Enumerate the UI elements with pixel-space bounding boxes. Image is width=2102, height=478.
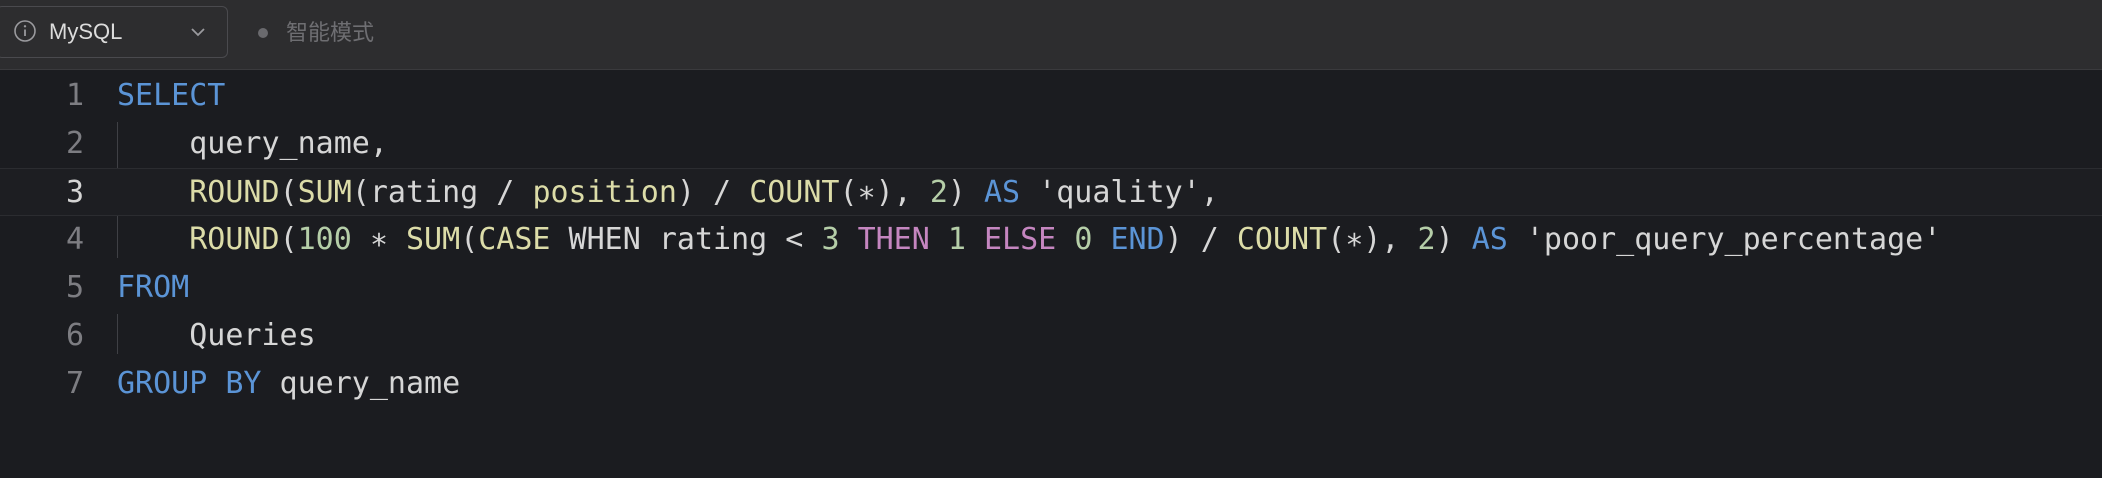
code-token: ) / [676,175,750,210]
code-token: 1 [947,222,966,257]
code-token: 3 [821,222,840,257]
code-text: FROM [117,264,189,312]
editor-toolbar: MySQL 智能模式 [0,0,2102,70]
line-number: 3 [65,175,84,210]
code-token: GROUP BY [117,366,262,401]
code-token: AS [984,175,1021,210]
line-number: 6 [65,318,84,353]
code-text: query_name, [117,120,388,168]
code-token: 2 [929,175,948,210]
code-editor[interactable]: 1 SELECT 2 query_name, 3 ROUND(SUM(rating /… [0,70,2102,478]
code-token: 100 [297,222,352,257]
code-token: (∗), [1327,222,1418,257]
code-token: THEN [857,222,930,257]
code-token: ∗ [351,222,406,257]
code-token: FROM [117,270,190,305]
code-token: SELECT [117,78,226,113]
code-token: COUNT [749,175,840,210]
code-token: SUM [406,222,461,257]
code-token: COUNT [1236,222,1328,257]
code-token: query_name [261,366,461,401]
chevron-down-icon [191,28,205,37]
code-token: ELSE [984,222,1057,257]
code-text: ROUND(100 ∗ SUM(CASE WHEN rating < 3 THE… [117,216,1941,264]
code-line[interactable]: 3 ROUND(SUM(rating / position) / COUNT(∗… [0,168,2102,216]
code-token: 'quality', [1020,175,1219,210]
code-token: position [532,175,677,210]
code-token: SUM [297,175,352,210]
line-number: 5 [65,270,84,305]
line-number: 4 [65,222,84,257]
code-token: ( [279,222,298,257]
code-token: WHEN rating < [550,222,822,257]
mode-indicator-dot [258,28,268,38]
code-token: AS [1471,222,1508,257]
language-select[interactable]: MySQL [0,6,228,58]
code-token: query_name, [117,126,388,161]
code-line[interactable]: 6 Queries [0,312,2102,360]
code-token: ) [1435,222,1472,257]
code-token: ) / [1164,222,1237,257]
code-token: ( [279,175,298,210]
code-line[interactable]: 7 GROUP BY query_name [0,360,2102,408]
code-token: 'poor_query_percentage' [1507,222,1942,257]
line-number: 7 [65,366,84,401]
code-token: Queries [117,318,316,353]
code-text: Queries [117,312,316,360]
code-token: ( [460,222,479,257]
code-token: ) [947,175,984,210]
code-token: (∗), [839,175,930,210]
info-circle-icon [14,20,36,42]
code-line[interactable]: 2 query_name, [0,120,2102,168]
code-text: SELECT [117,72,225,120]
code-token: CASE [478,222,551,257]
code-token: END [1110,222,1165,257]
code-token: (rating / [351,175,533,210]
code-token: ROUND [189,222,280,257]
language-label: MySQL [49,19,123,44]
code-token: ROUND [189,175,280,210]
code-text: ROUND(SUM(rating / position) / COUNT(∗),… [117,169,1219,217]
code-text: GROUP BY query_name [117,360,460,408]
code-line[interactable]: 1 SELECT [0,72,2102,120]
code-line[interactable]: 4 ROUND(100 ∗ SUM(CASE WHEN rating < 3 T… [0,216,2102,264]
code-token: 0 [1074,222,1093,257]
line-number: 1 [65,78,84,113]
smart-mode-toggle[interactable]: 智能模式 [286,0,374,68]
code-token: 2 [1417,222,1436,257]
code-line[interactable]: 5 FROM [0,264,2102,312]
line-number: 2 [65,126,84,161]
